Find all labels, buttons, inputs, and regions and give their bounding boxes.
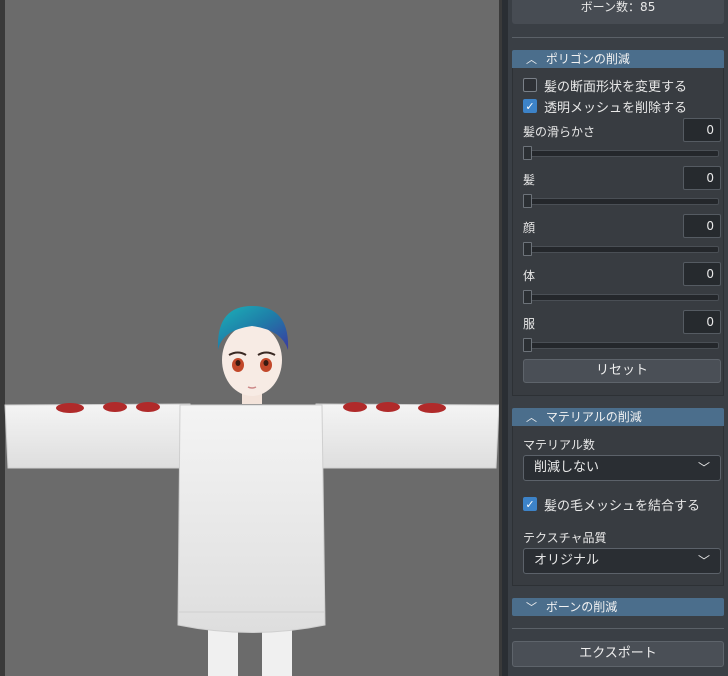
hair-cross-section-label: 髪の断面形状を変更する <box>544 79 688 95</box>
face <box>222 324 282 396</box>
body-value-input[interactable]: 0 <box>683 262 721 286</box>
texture-quality-value: オリジナル <box>534 553 600 568</box>
hair-cross-section-checkbox-row[interactable]: 髪の断面形状を変更する <box>523 76 688 95</box>
chevron-down-icon: ﹀ <box>526 601 537 614</box>
hair-smoothness-slider-track[interactable] <box>523 150 719 157</box>
check-icon: ✓ <box>525 497 535 511</box>
face-slider-thumb[interactable] <box>523 242 532 256</box>
clothes-value-input[interactable]: 0 <box>683 310 721 334</box>
remove-transparent-checkbox[interactable]: ✓ <box>523 99 537 113</box>
chevron-down-icon: ﹀ <box>697 554 710 568</box>
divider-line <box>512 37 724 38</box>
merge-hair-label: 髪の毛メッシュを結合する <box>544 498 701 514</box>
section-header-material[interactable]: ︿ マテリアルの削減 <box>512 408 724 426</box>
clothes-slider-track[interactable] <box>523 342 719 349</box>
divider-line <box>512 628 724 629</box>
right-leg <box>262 630 292 676</box>
hair-smoothness-slider-thumb[interactable] <box>523 146 532 160</box>
hair-smoothness-value-input[interactable]: 0 <box>683 118 721 142</box>
section-header-polygon[interactable]: ︿ ポリゴンの削減 <box>512 50 724 68</box>
material-count-label: マテリアル数 <box>523 438 595 452</box>
face-value-input[interactable]: 0 <box>683 214 721 238</box>
avatar-model <box>4 306 500 676</box>
3d-viewport[interactable] <box>0 0 502 676</box>
slider-label-face: 顔 <box>523 221 536 235</box>
chevron-up-icon: ︿ <box>526 53 537 66</box>
body-slider-track[interactable] <box>523 294 719 301</box>
hair-value-input[interactable]: 0 <box>683 166 721 190</box>
section-body-polygon: 髪の断面形状を変更する ✓ 透明メッシュを削除する 髪の滑らかさ 0 髪 0 顔… <box>512 68 724 396</box>
body-slider-thumb[interactable] <box>523 290 532 304</box>
material-count-select[interactable]: 削減しない ﹀ <box>523 455 721 481</box>
hair-slider-thumb[interactable] <box>523 194 532 208</box>
remove-transparent-label: 透明メッシュを削除する <box>544 100 688 116</box>
check-icon: ✓ <box>525 99 535 113</box>
face-slider-track[interactable] <box>523 246 719 253</box>
settings-panel: ボーン数：85 ︿ ポリゴンの削減 髪の断面形状を変更する ✓ 透明メッシュを削… <box>508 0 728 676</box>
texture-quality-label: テクスチャ品質 <box>523 531 607 545</box>
shirt-body <box>177 404 326 633</box>
merge-hair-checkbox[interactable]: ✓ <box>523 497 537 511</box>
merge-hair-checkbox-row[interactable]: ✓ 髪の毛メッシュを結合する <box>523 495 701 514</box>
left-sleeve <box>4 403 199 469</box>
left-leg <box>208 630 238 676</box>
section-title-material: マテリアルの削減 <box>545 410 642 424</box>
slider-label-hair: 髪 <box>523 173 536 187</box>
section-title-polygon: ポリゴンの削減 <box>545 52 630 66</box>
hair-cross-section-checkbox[interactable] <box>523 78 537 92</box>
material-count-value: 削減しない <box>534 460 600 475</box>
remove-transparent-checkbox-row[interactable]: ✓ 透明メッシュを削除する <box>523 97 688 116</box>
section-title-bone: ボーンの削減 <box>545 600 618 614</box>
clothes-slider-thumb[interactable] <box>523 338 532 352</box>
texture-quality-select[interactable]: オリジナル ﹀ <box>523 548 721 574</box>
right-sleeve <box>305 403 500 469</box>
reset-button[interactable]: リセット <box>523 359 721 383</box>
section-body-material: マテリアル数 削減しない ﹀ ✓ 髪の毛メッシュを結合する テクスチャ品質 オリ… <box>512 426 724 586</box>
chevron-up-icon: ︿ <box>526 411 537 424</box>
chevron-down-icon: ﹀ <box>697 461 710 475</box>
export-button[interactable]: エクスポート <box>512 641 724 667</box>
slider-label-clothes: 服 <box>523 317 536 331</box>
slider-label-body: 体 <box>523 269 536 283</box>
hair-slider-track[interactable] <box>523 198 719 205</box>
section-header-bone[interactable]: ﹀ ボーンの削減 <box>512 598 724 616</box>
bone-count-display: ボーン数：85 <box>512 0 724 24</box>
slider-label-hair-smoothness: 髪の滑らかさ <box>523 125 596 139</box>
